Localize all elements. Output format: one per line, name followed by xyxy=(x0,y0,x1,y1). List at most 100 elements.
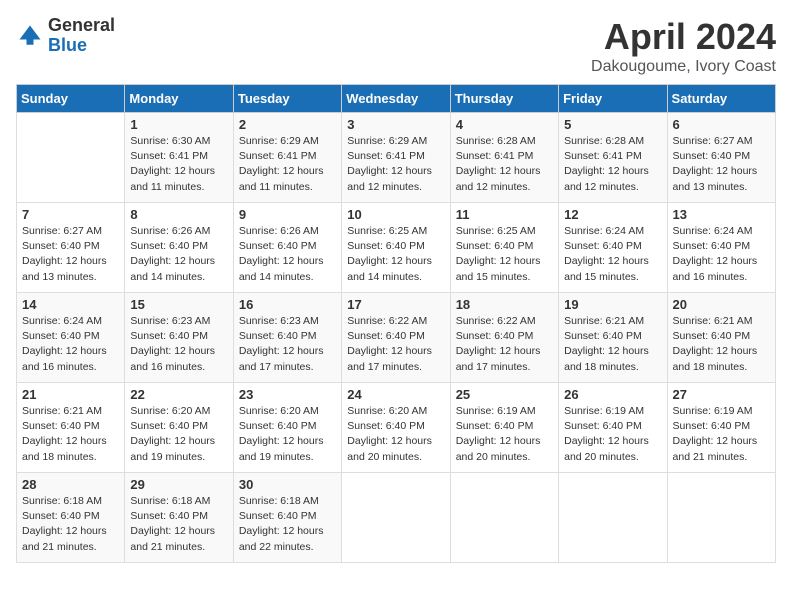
logo-icon xyxy=(16,22,44,50)
day-number: 8 xyxy=(130,207,227,222)
day-info: Sunrise: 6:26 AMSunset: 6:40 PMDaylight:… xyxy=(239,224,336,285)
day-number: 30 xyxy=(239,477,336,492)
calendar-cell: 3Sunrise: 6:29 AMSunset: 6:41 PMDaylight… xyxy=(342,113,450,203)
day-number: 10 xyxy=(347,207,444,222)
month-title: April 2024 xyxy=(591,16,776,58)
calendar-cell: 6Sunrise: 6:27 AMSunset: 6:40 PMDaylight… xyxy=(667,113,775,203)
col-header-saturday: Saturday xyxy=(667,85,775,113)
day-info: Sunrise: 6:25 AMSunset: 6:40 PMDaylight:… xyxy=(456,224,553,285)
day-number: 21 xyxy=(22,387,119,402)
calendar-cell xyxy=(667,473,775,563)
day-info: Sunrise: 6:23 AMSunset: 6:40 PMDaylight:… xyxy=(130,314,227,375)
day-info: Sunrise: 6:26 AMSunset: 6:40 PMDaylight:… xyxy=(130,224,227,285)
day-info: Sunrise: 6:21 AMSunset: 6:40 PMDaylight:… xyxy=(564,314,661,375)
calendar-week-row: 1Sunrise: 6:30 AMSunset: 6:41 PMDaylight… xyxy=(17,113,776,203)
calendar-cell: 17 Sunrise: 6:22 AMSunset: 6:40 PMDayligh… xyxy=(342,293,450,383)
calendar-table: SundayMondayTuesdayWednesdayThursdayFrid… xyxy=(16,84,776,563)
day-number: 5 xyxy=(564,117,661,132)
calendar-cell: 22 Sunrise: 6:20 AMSunset: 6:40 PMDayligh… xyxy=(125,383,233,473)
day-info: Sunrise: 6:25 AMSunset: 6:40 PMDaylight:… xyxy=(347,224,444,285)
day-number: 4 xyxy=(456,117,553,132)
calendar-cell: 21Sunrise: 6:21 AMSunset: 6:40 PMDayligh… xyxy=(17,383,125,473)
calendar-cell: 2Sunrise: 6:29 AMSunset: 6:41 PMDaylight… xyxy=(233,113,341,203)
day-info: Sunrise: 6:18 AMSunset: 6:40 PMDaylight:… xyxy=(130,494,227,555)
day-info: Sunrise: 6:27 AMSunset: 6:40 PMDaylight:… xyxy=(673,134,770,195)
logo-blue: Blue xyxy=(48,36,115,56)
calendar-week-row: 7Sunrise: 6:27 AMSunset: 6:40 PMDaylight… xyxy=(17,203,776,293)
day-number: 23 xyxy=(239,387,336,402)
calendar-cell: 1Sunrise: 6:30 AMSunset: 6:41 PMDaylight… xyxy=(125,113,233,203)
calendar-header-row: SundayMondayTuesdayWednesdayThursdayFrid… xyxy=(17,85,776,113)
day-number: 15 xyxy=(130,297,227,312)
day-info: Sunrise: 6:20 AMSunset: 6:40 PMDaylight:… xyxy=(130,404,227,465)
day-info: Sunrise: 6:24 AMSunset: 6:40 PMDaylight:… xyxy=(22,314,119,375)
calendar-cell: 11Sunrise: 6:25 AMSunset: 6:40 PMDayligh… xyxy=(450,203,558,293)
calendar-cell: 5 Sunrise: 6:28 AMSunset: 6:41 PMDaylight… xyxy=(559,113,667,203)
calendar-cell: 8 Sunrise: 6:26 AMSunset: 6:40 PMDaylight… xyxy=(125,203,233,293)
day-number: 27 xyxy=(673,387,770,402)
day-number: 13 xyxy=(673,207,770,222)
day-number: 28 xyxy=(22,477,119,492)
day-info: Sunrise: 6:18 AMSunset: 6:40 PMDaylight:… xyxy=(239,494,336,555)
day-number: 19 xyxy=(564,297,661,312)
day-number: 16 xyxy=(239,297,336,312)
col-header-wednesday: Wednesday xyxy=(342,85,450,113)
col-header-sunday: Sunday xyxy=(17,85,125,113)
calendar-cell: 16 Sunrise: 6:23 AMSunset: 6:40 PMDayligh… xyxy=(233,293,341,383)
logo-general: General xyxy=(48,16,115,36)
title-area: April 2024 Dakougoume, Ivory Coast xyxy=(591,16,776,76)
calendar-cell: 23 Sunrise: 6:20 AMSunset: 6:40 PMDayligh… xyxy=(233,383,341,473)
day-number: 22 xyxy=(130,387,227,402)
day-info: Sunrise: 6:19 AMSunset: 6:40 PMDaylight:… xyxy=(673,404,770,465)
calendar-week-row: 21Sunrise: 6:21 AMSunset: 6:40 PMDayligh… xyxy=(17,383,776,473)
location-title: Dakougoume, Ivory Coast xyxy=(591,58,776,76)
calendar-cell: 28 Sunrise: 6:18 AMSunset: 6:40 PMDayligh… xyxy=(17,473,125,563)
day-info: Sunrise: 6:18 AMSunset: 6:40 PMDaylight:… xyxy=(22,494,119,555)
day-number: 17 xyxy=(347,297,444,312)
calendar-cell xyxy=(17,113,125,203)
calendar-week-row: 28 Sunrise: 6:18 AMSunset: 6:40 PMDayligh… xyxy=(17,473,776,563)
day-info: Sunrise: 6:30 AMSunset: 6:41 PMDaylight:… xyxy=(130,134,227,195)
day-number: 18 xyxy=(456,297,553,312)
calendar-week-row: 14 Sunrise: 6:24 AMSunset: 6:40 PMDayligh… xyxy=(17,293,776,383)
day-info: Sunrise: 6:23 AMSunset: 6:40 PMDaylight:… xyxy=(239,314,336,375)
col-header-thursday: Thursday xyxy=(450,85,558,113)
day-info: Sunrise: 6:22 AMSunset: 6:40 PMDaylight:… xyxy=(456,314,553,375)
calendar-cell xyxy=(450,473,558,563)
calendar-cell: 29 Sunrise: 6:18 AMSunset: 6:40 PMDayligh… xyxy=(125,473,233,563)
day-info: Sunrise: 6:28 AMSunset: 6:41 PMDaylight:… xyxy=(564,134,661,195)
day-number: 12 xyxy=(564,207,661,222)
calendar-cell: 18 Sunrise: 6:22 AMSunset: 6:40 PMDayligh… xyxy=(450,293,558,383)
calendar-cell: 20Sunrise: 6:21 AMSunset: 6:40 PMDayligh… xyxy=(667,293,775,383)
col-header-friday: Friday xyxy=(559,85,667,113)
day-info: Sunrise: 6:24 AMSunset: 6:40 PMDaylight:… xyxy=(564,224,661,285)
calendar-cell: 30 Sunrise: 6:18 AMSunset: 6:40 PMDayligh… xyxy=(233,473,341,563)
day-number: 26 xyxy=(564,387,661,402)
calendar-cell xyxy=(342,473,450,563)
calendar-cell: 26 Sunrise: 6:19 AMSunset: 6:40 PMDayligh… xyxy=(559,383,667,473)
day-info: Sunrise: 6:19 AMSunset: 6:40 PMDaylight:… xyxy=(564,404,661,465)
day-info: Sunrise: 6:19 AMSunset: 6:40 PMDaylight:… xyxy=(456,404,553,465)
col-header-tuesday: Tuesday xyxy=(233,85,341,113)
day-number: 7 xyxy=(22,207,119,222)
logo: General Blue xyxy=(16,16,115,56)
calendar-cell: 7Sunrise: 6:27 AMSunset: 6:40 PMDaylight… xyxy=(17,203,125,293)
calendar-cell: 13Sunrise: 6:24 AMSunset: 6:40 PMDayligh… xyxy=(667,203,775,293)
logo-text: General Blue xyxy=(48,16,115,56)
calendar-cell: 12 Sunrise: 6:24 AMSunset: 6:40 PMDayligh… xyxy=(559,203,667,293)
day-number: 2 xyxy=(239,117,336,132)
calendar-cell: 24Sunrise: 6:20 AMSunset: 6:40 PMDayligh… xyxy=(342,383,450,473)
calendar-cell: 10 Sunrise: 6:25 AMSunset: 6:40 PMDayligh… xyxy=(342,203,450,293)
day-info: Sunrise: 6:28 AMSunset: 6:41 PMDaylight:… xyxy=(456,134,553,195)
day-number: 20 xyxy=(673,297,770,312)
calendar-cell: 14 Sunrise: 6:24 AMSunset: 6:40 PMDayligh… xyxy=(17,293,125,383)
day-info: Sunrise: 6:20 AMSunset: 6:40 PMDaylight:… xyxy=(347,404,444,465)
calendar-cell: 15 Sunrise: 6:23 AMSunset: 6:40 PMDayligh… xyxy=(125,293,233,383)
calendar-cell: 9Sunrise: 6:26 AMSunset: 6:40 PMDaylight… xyxy=(233,203,341,293)
day-number: 29 xyxy=(130,477,227,492)
calendar-cell: 25Sunrise: 6:19 AMSunset: 6:40 PMDayligh… xyxy=(450,383,558,473)
day-info: Sunrise: 6:20 AMSunset: 6:40 PMDaylight:… xyxy=(239,404,336,465)
day-info: Sunrise: 6:22 AMSunset: 6:40 PMDaylight:… xyxy=(347,314,444,375)
day-number: 14 xyxy=(22,297,119,312)
calendar-cell: 27 Sunrise: 6:19 AMSunset: 6:40 PMDayligh… xyxy=(667,383,775,473)
